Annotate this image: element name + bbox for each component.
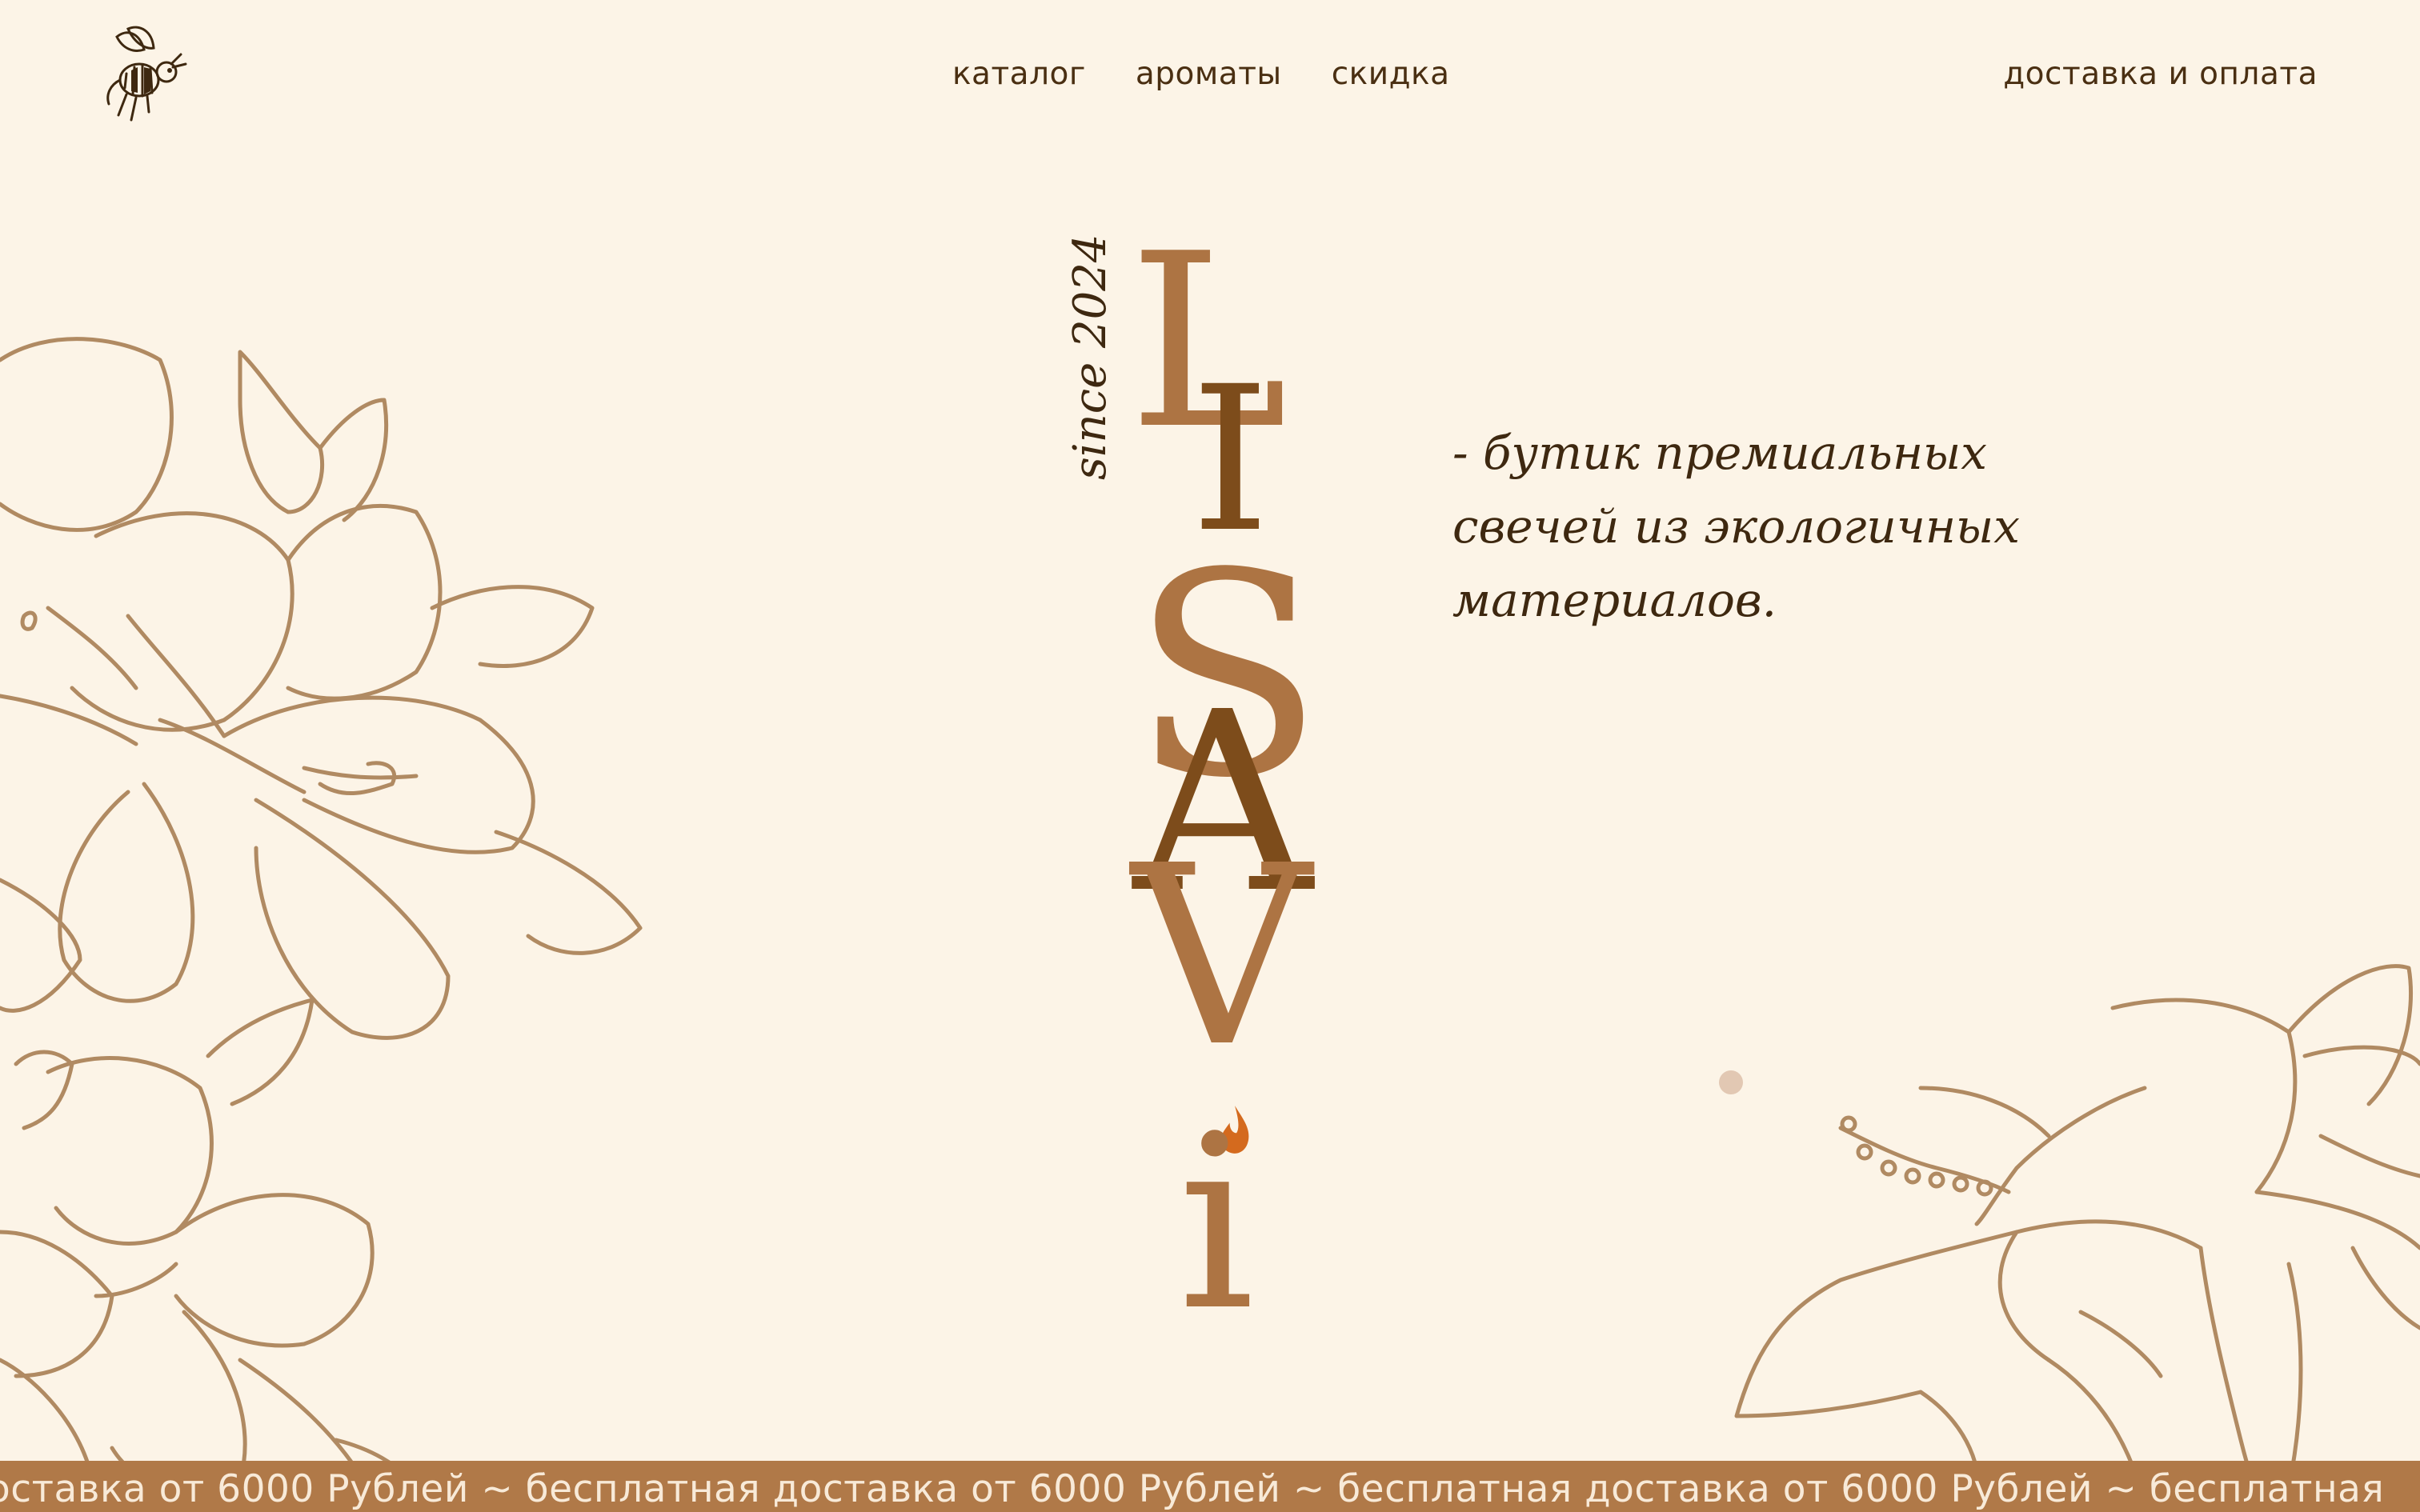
tagline-line-3: материалов. bbox=[1452, 573, 1777, 627]
delivery-marquee[interactable]: оставка от 6000 Рублей ~ бесплатная дост… bbox=[0, 1461, 2420, 1512]
cursor-dot bbox=[1719, 1070, 1743, 1094]
brand-logo: L I S A V i bbox=[1096, 222, 1384, 1363]
brand-letter-v: V bbox=[1132, 813, 1311, 1102]
landing-page: каталог ароматы скидка доставка и оплата… bbox=[0, 0, 2420, 1512]
nav-catalog[interactable]: каталог bbox=[952, 56, 1086, 92]
bee-icon[interactable] bbox=[94, 21, 190, 131]
tagline-line-1: - бутик премиальных bbox=[1452, 426, 1987, 480]
nav-aromas[interactable]: ароматы bbox=[1136, 56, 1282, 92]
tagline: - бутик премиальных свечей из экологичны… bbox=[1452, 416, 2061, 637]
tagline-line-2: свечей из экологичных bbox=[1452, 499, 2020, 554]
since-year: since 2024 bbox=[1064, 234, 1116, 480]
marquee-text: оставка от 6000 Рублей ~ бесплатная дост… bbox=[0, 1467, 2385, 1511]
nav-discount[interactable]: скидка bbox=[1332, 56, 1450, 92]
main-nav: каталог ароматы скидка bbox=[952, 56, 1449, 92]
nav-delivery[interactable]: доставка и оплата bbox=[2003, 56, 2318, 92]
brand-letter-i-small: i bbox=[1178, 1084, 1255, 1363]
